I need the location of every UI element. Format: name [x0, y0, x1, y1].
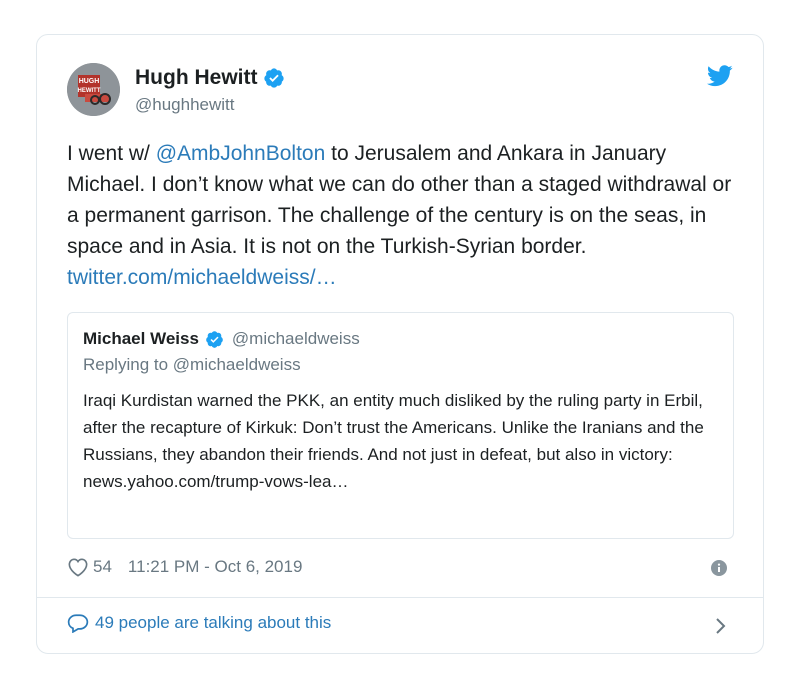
embedded-tweet-card: HUGH HEWITT Hugh Hewitt @hughhewitt I we… [36, 34, 764, 654]
tweet-text-start: I went w/ [67, 142, 156, 165]
author-handle[interactable]: @hughhewitt [135, 95, 235, 115]
quoted-tweet-header: Michael Weiss @michaeldweiss [83, 329, 360, 349]
info-icon[interactable] [711, 560, 727, 581]
verified-badge-icon [264, 68, 285, 88]
author-name[interactable]: Hugh Hewitt [135, 66, 257, 90]
svg-text:HEWITT: HEWITT [78, 88, 101, 94]
author-name-row[interactable]: Hugh Hewitt [135, 66, 285, 90]
conversation-link[interactable]: 49 people are talking about this [67, 613, 331, 633]
tweet-url-link[interactable]: twitter.com/michaeldweiss/… [67, 266, 337, 289]
quoted-replying-to: Replying to @michaeldweiss [83, 355, 301, 374]
author-avatar[interactable]: HUGH HEWITT [67, 63, 120, 116]
footer-divider [37, 597, 763, 598]
verified-badge-icon [206, 330, 223, 348]
mention-link[interactable]: @AmbJohnBolton [156, 142, 326, 165]
talking-count-text[interactable]: 49 people are talking about this [95, 613, 331, 633]
comment-icon [67, 614, 89, 633]
quoted-tweet-text: Iraqi Kurdistan warned the PKK, an entit… [83, 391, 704, 491]
quoted-author-name[interactable]: Michael Weiss [83, 329, 199, 349]
twitter-bird-icon[interactable] [707, 65, 733, 92]
heart-icon[interactable] [67, 557, 89, 577]
tweet-meta: 54 11:21 PM - Oct 6, 2019 [67, 557, 302, 577]
quoted-author-handle[interactable]: @michaeldweiss [232, 329, 360, 349]
quoted-tweet[interactable]: Michael Weiss @michaeldweiss Replying to… [67, 312, 734, 539]
chevron-right-icon[interactable] [715, 617, 727, 640]
tweet-timestamp[interactable]: 11:21 PM - Oct 6, 2019 [128, 557, 303, 577]
svg-text:HUGH: HUGH [79, 78, 100, 85]
avatar-logo-icon: HUGH HEWITT [67, 63, 120, 116]
like-count[interactable]: 54 [93, 557, 112, 577]
tweet-text: I went w/ @AmbJohnBolton to Jerusalem an… [67, 138, 747, 293]
